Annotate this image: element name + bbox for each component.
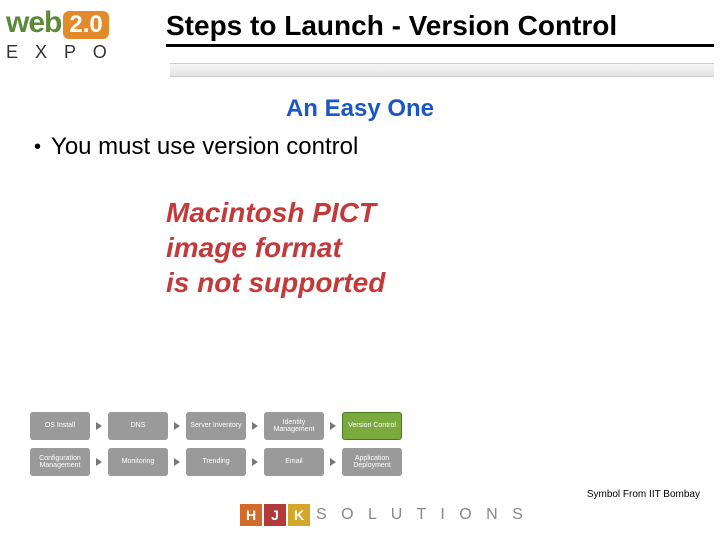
hjk-h: H (240, 504, 262, 526)
logo-expo: E X P O (6, 42, 166, 63)
logo-web: web (6, 6, 61, 40)
logo-20: 2.0 (63, 11, 108, 39)
arrow-right-icon (174, 458, 180, 466)
flow-box: DNS (108, 412, 168, 440)
bullet-dot-icon: • (30, 133, 41, 161)
pict-line-1: Macintosh PICT (166, 195, 690, 230)
flow-box: Trending (186, 448, 246, 476)
flow-box-active: Version Control (342, 412, 402, 440)
attribution-text: Symbol From IIT Bombay (587, 489, 700, 500)
flow-box: Server Inventory (186, 412, 246, 440)
subtitle: An Easy One (30, 95, 690, 123)
flow-box: Identity Management (264, 412, 324, 440)
arrow-right-icon (174, 422, 180, 430)
flow-box: Monitoring (108, 448, 168, 476)
bullet-text: You must use version control (51, 133, 358, 161)
flow-box: Email (264, 448, 324, 476)
flow-row-2: Configuration Management Monitoring Tren… (30, 448, 402, 476)
process-flow-diagram: OS Install DNS Server Inventory Identity… (30, 412, 402, 476)
pict-error-message: Macintosh PICT image format is not suppo… (166, 195, 690, 300)
solutions-text: S O L U T I O N S (316, 506, 528, 524)
hjk-solutions-logo: H J K S O L U T I O N S (240, 504, 528, 526)
arrow-right-icon (96, 422, 102, 430)
flow-box: Configuration Management (30, 448, 90, 476)
arrow-right-icon (330, 458, 336, 466)
pict-line-2: image format (166, 230, 690, 265)
header-divider (170, 63, 714, 77)
bullet-item: • You must use version control (30, 133, 690, 161)
pict-line-3: is not supported (166, 265, 690, 300)
flow-box: Application Deployment (342, 448, 402, 476)
arrow-right-icon (330, 422, 336, 430)
slide-title: Steps to Launch - Version Control (166, 6, 714, 47)
arrow-right-icon (96, 458, 102, 466)
hjk-blocks: H J K (240, 504, 310, 526)
arrow-right-icon (252, 422, 258, 430)
hjk-k: K (288, 504, 310, 526)
flow-row-1: OS Install DNS Server Inventory Identity… (30, 412, 402, 440)
hjk-j: J (264, 504, 286, 526)
web20expo-logo: web 2.0 E X P O (6, 6, 166, 63)
flow-box: OS Install (30, 412, 90, 440)
arrow-right-icon (252, 458, 258, 466)
